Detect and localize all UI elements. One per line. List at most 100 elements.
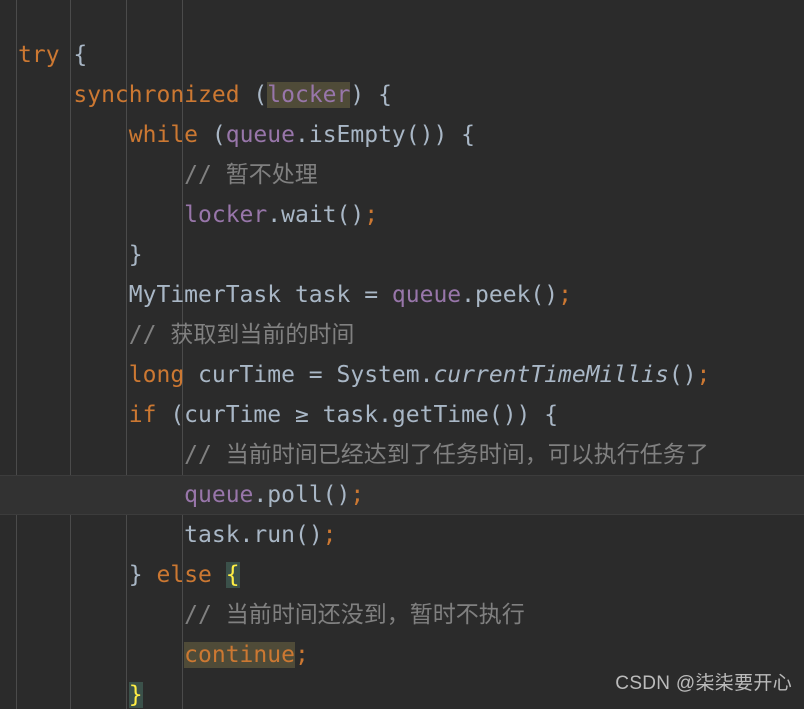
token: ) [350, 82, 365, 108]
token: ( [198, 122, 226, 148]
token: () [530, 282, 559, 308]
line-continue[interactable]: continue; [0, 635, 804, 675]
token: = [308, 362, 323, 388]
line-try[interactable]: try { [0, 35, 804, 75]
token: task. [308, 402, 392, 428]
line-comment-1[interactable]: // 暂不处理 [0, 155, 804, 195]
token: = [364, 282, 379, 308]
token: { [73, 42, 88, 68]
token: ; [696, 362, 711, 388]
token: locker [184, 202, 268, 228]
code-content[interactable]: try { synchronized (locker) { while (que… [0, 0, 804, 709]
token: ; [294, 642, 309, 668]
token: ; [322, 522, 337, 548]
token: else [156, 562, 212, 588]
token: // 当前时间还没到，暂时不执行 [184, 602, 525, 628]
token-highlighted: { [225, 562, 240, 588]
token: isEmpty [308, 122, 406, 148]
line-comment-2[interactable]: // 获取到当前的时间 [0, 315, 804, 355]
token-highlighted: locker [267, 82, 351, 108]
token: long [128, 362, 185, 388]
line-comment-3[interactable]: // 当前时间已经达到了任务时间，可以执行任务了 [0, 435, 804, 475]
token: getTime [391, 402, 489, 428]
token: if [128, 402, 157, 428]
token: // 当前时间已经达到了任务时间，可以执行任务了 [184, 442, 709, 468]
token: try [18, 42, 60, 68]
line-task-assign[interactable]: MyTimerTask task = queue.peek(); [0, 275, 804, 315]
line-close-while[interactable]: } [0, 235, 804, 275]
token: ; [558, 282, 572, 308]
line-comment-4[interactable]: // 当前时间还没到，暂时不执行 [0, 595, 804, 635]
token: // 获取到当前的时间 [128, 322, 355, 348]
line-task-run[interactable]: task.run(); [0, 515, 804, 555]
token: task. [184, 522, 254, 548]
token: queue [184, 482, 254, 508]
token: queue [391, 282, 462, 308]
line-else[interactable]: } else { [0, 555, 804, 595]
token: task [281, 282, 365, 308]
token: run [253, 522, 295, 548]
token: wait [281, 202, 337, 228]
token: } [128, 562, 143, 588]
token: peek [475, 282, 531, 308]
token: . [253, 482, 268, 508]
token: queue [225, 122, 295, 148]
line-0-clipped[interactable] [0, 0, 804, 35]
token: ; [350, 482, 365, 508]
line-locker-wait[interactable]: locker.wait(); [0, 195, 804, 235]
token: ≥ [294, 402, 309, 428]
token: ; [364, 202, 379, 228]
token: curTime [184, 362, 309, 388]
line-if[interactable]: if (curTime ≥ task.getTime()) { [0, 395, 804, 435]
token: () [336, 202, 365, 228]
token: () [668, 362, 697, 388]
line-synchronized[interactable]: synchronized (locker) { [0, 75, 804, 115]
token: MyTimerTask [128, 282, 282, 308]
line-queue-poll[interactable]: queue.poll(); [0, 475, 804, 515]
token: ( [253, 82, 268, 108]
token: . [461, 282, 476, 308]
token-highlighted: continue [184, 642, 295, 668]
token: synchronized [73, 82, 240, 108]
token: currentTimeMillis [433, 362, 669, 388]
token: ()) { [488, 402, 559, 428]
line-curtime[interactable]: long curTime = System.currentTimeMillis(… [0, 355, 804, 395]
token: ()) { [405, 122, 476, 148]
token: System. [322, 362, 434, 388]
token: () [322, 482, 351, 508]
code-editor[interactable]: try { synchronized (locker) { while (que… [0, 0, 804, 709]
token: while [128, 122, 199, 148]
token: () [294, 522, 323, 548]
token: // 暂不处理 [184, 162, 318, 188]
token: . [294, 122, 309, 148]
line-while[interactable]: while (queue.isEmpty()) { [0, 115, 804, 155]
token: } [128, 242, 143, 268]
token: { [378, 82, 392, 108]
token: poll [267, 482, 323, 508]
token: (curTime [156, 402, 295, 428]
token-highlighted: } [128, 682, 143, 708]
csdn-watermark: CSDN @柒柒要开心 [615, 673, 792, 694]
